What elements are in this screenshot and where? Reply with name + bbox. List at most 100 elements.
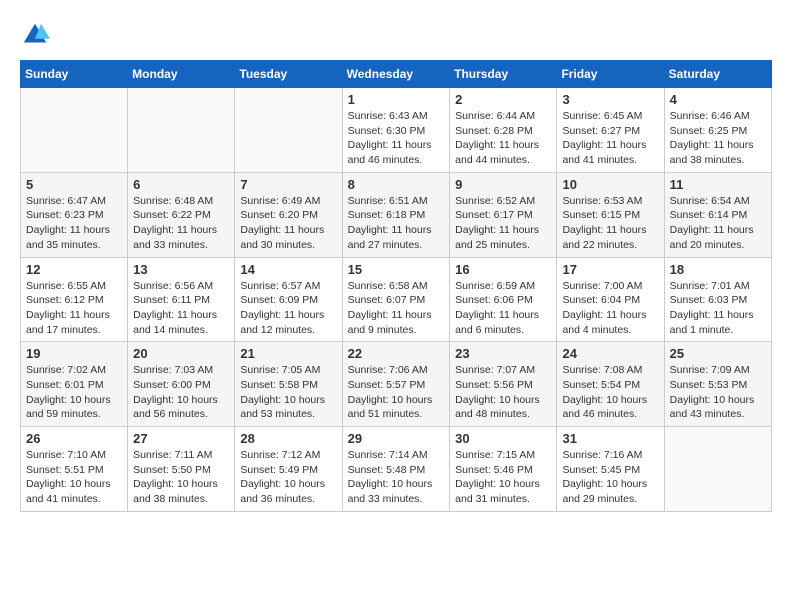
day-number: 7 [240, 177, 336, 192]
day-number: 3 [562, 92, 658, 107]
weekday-row: SundayMondayTuesdayWednesdayThursdayFrid… [21, 61, 772, 88]
weekday-header: Wednesday [342, 61, 450, 88]
calendar-cell: 18 Sunrise: 7:01 AM Sunset: 6:03 PM Dayli… [664, 257, 771, 342]
calendar-cell: 6 Sunrise: 6:48 AM Sunset: 6:22 PM Daylig… [128, 172, 235, 257]
calendar-cell [664, 427, 771, 512]
calendar-week-row: 12 Sunrise: 6:55 AM Sunset: 6:12 PM Dayli… [21, 257, 772, 342]
calendar-cell: 12 Sunrise: 6:55 AM Sunset: 6:12 PM Dayli… [21, 257, 128, 342]
day-number: 6 [133, 177, 229, 192]
day-info: Sunrise: 6:53 AM Sunset: 6:15 PM Dayligh… [562, 194, 658, 253]
day-info: Sunrise: 6:58 AM Sunset: 6:07 PM Dayligh… [348, 279, 445, 338]
calendar-cell: 8 Sunrise: 6:51 AM Sunset: 6:18 PM Daylig… [342, 172, 450, 257]
calendar-cell: 1 Sunrise: 6:43 AM Sunset: 6:30 PM Daylig… [342, 88, 450, 173]
day-info: Sunrise: 6:46 AM Sunset: 6:25 PM Dayligh… [670, 109, 766, 168]
day-number: 22 [348, 346, 445, 361]
day-info: Sunrise: 6:59 AM Sunset: 6:06 PM Dayligh… [455, 279, 551, 338]
calendar-cell: 21Sunrise: 7:05 AM Sunset: 5:58 PM Dayli… [235, 342, 342, 427]
calendar-cell: 4 Sunrise: 6:46 AM Sunset: 6:25 PM Daylig… [664, 88, 771, 173]
calendar-cell: 10 Sunrise: 6:53 AM Sunset: 6:15 PM Dayli… [557, 172, 664, 257]
day-number: 30 [455, 431, 551, 446]
weekday-header: Friday [557, 61, 664, 88]
day-info: Sunrise: 6:49 AM Sunset: 6:20 PM Dayligh… [240, 194, 336, 253]
calendar-cell: 13 Sunrise: 6:56 AM Sunset: 6:11 PM Dayli… [128, 257, 235, 342]
calendar-table: SundayMondayTuesdayWednesdayThursdayFrid… [20, 60, 772, 512]
day-info: Sunrise: 6:43 AM Sunset: 6:30 PM Dayligh… [348, 109, 445, 168]
calendar-cell [235, 88, 342, 173]
day-info: Sunrise: 7:02 AM Sunset: 6:01 PM Dayligh… [26, 363, 122, 422]
calendar-cell: 19 Sunrise: 7:02 AM Sunset: 6:01 PM Dayli… [21, 342, 128, 427]
day-info: Sunrise: 6:48 AM Sunset: 6:22 PM Dayligh… [133, 194, 229, 253]
calendar-cell: 27 Sunrise: 7:11 AM Sunset: 5:50 PM Dayli… [128, 427, 235, 512]
calendar-week-row: 26Sunrise: 7:10 AM Sunset: 5:51 PM Dayli… [21, 427, 772, 512]
day-number: 31 [562, 431, 658, 446]
calendar-cell: 2Sunrise: 6:44 AM Sunset: 6:28 PM Daylig… [450, 88, 557, 173]
day-info: Sunrise: 7:01 AM Sunset: 6:03 PM Dayligh… [670, 279, 766, 338]
logo-icon [20, 20, 50, 50]
day-number: 28 [240, 431, 336, 446]
calendar-week-row: 1 Sunrise: 6:43 AM Sunset: 6:30 PM Daylig… [21, 88, 772, 173]
calendar-cell: 11 Sunrise: 6:54 AM Sunset: 6:14 PM Dayli… [664, 172, 771, 257]
day-info: Sunrise: 7:06 AM Sunset: 5:57 PM Dayligh… [348, 363, 445, 422]
day-number: 21 [240, 346, 336, 361]
day-info: Sunrise: 7:12 AM Sunset: 5:49 PM Dayligh… [240, 448, 336, 507]
day-number: 4 [670, 92, 766, 107]
day-info: Sunrise: 6:45 AM Sunset: 6:27 PM Dayligh… [562, 109, 658, 168]
day-info: Sunrise: 6:56 AM Sunset: 6:11 PM Dayligh… [133, 279, 229, 338]
day-number: 8 [348, 177, 445, 192]
logo [20, 20, 54, 50]
day-info: Sunrise: 7:14 AM Sunset: 5:48 PM Dayligh… [348, 448, 445, 507]
day-number: 15 [348, 262, 445, 277]
calendar-cell: 30 Sunrise: 7:15 AM Sunset: 5:46 PM Dayli… [450, 427, 557, 512]
day-number: 17 [562, 262, 658, 277]
calendar-cell: 14 Sunrise: 6:57 AM Sunset: 6:09 PM Dayli… [235, 257, 342, 342]
weekday-header: Monday [128, 61, 235, 88]
day-info: Sunrise: 6:47 AM Sunset: 6:23 PM Dayligh… [26, 194, 122, 253]
day-number: 1 [348, 92, 445, 107]
day-number: 9 [455, 177, 551, 192]
day-number: 12 [26, 262, 122, 277]
day-number: 19 [26, 346, 122, 361]
calendar-header: SundayMondayTuesdayWednesdayThursdayFrid… [21, 61, 772, 88]
day-info: Sunrise: 6:57 AM Sunset: 6:09 PM Dayligh… [240, 279, 336, 338]
calendar-cell: 26Sunrise: 7:10 AM Sunset: 5:51 PM Dayli… [21, 427, 128, 512]
day-number: 10 [562, 177, 658, 192]
calendar-cell [128, 88, 235, 173]
calendar-cell: 7 Sunrise: 6:49 AM Sunset: 6:20 PM Daylig… [235, 172, 342, 257]
day-number: 18 [670, 262, 766, 277]
calendar-cell: 23 Sunrise: 7:07 AM Sunset: 5:56 PM Dayli… [450, 342, 557, 427]
day-info: Sunrise: 6:54 AM Sunset: 6:14 PM Dayligh… [670, 194, 766, 253]
weekday-header: Thursday [450, 61, 557, 88]
day-number: 24 [562, 346, 658, 361]
day-info: Sunrise: 7:15 AM Sunset: 5:46 PM Dayligh… [455, 448, 551, 507]
page-header [20, 20, 772, 50]
day-number: 27 [133, 431, 229, 446]
calendar-cell: 16Sunrise: 6:59 AM Sunset: 6:06 PM Dayli… [450, 257, 557, 342]
day-number: 14 [240, 262, 336, 277]
day-number: 13 [133, 262, 229, 277]
weekday-header: Saturday [664, 61, 771, 88]
calendar-cell: 22 Sunrise: 7:06 AM Sunset: 5:57 PM Dayli… [342, 342, 450, 427]
calendar-cell: 28 Sunrise: 7:12 AM Sunset: 5:49 PM Dayli… [235, 427, 342, 512]
calendar-cell: 3 Sunrise: 6:45 AM Sunset: 6:27 PM Daylig… [557, 88, 664, 173]
calendar-week-row: 5Sunrise: 6:47 AM Sunset: 6:23 PM Daylig… [21, 172, 772, 257]
day-info: Sunrise: 7:10 AM Sunset: 5:51 PM Dayligh… [26, 448, 122, 507]
day-info: Sunrise: 6:52 AM Sunset: 6:17 PM Dayligh… [455, 194, 551, 253]
calendar-cell: 25 Sunrise: 7:09 AM Sunset: 5:53 PM Dayli… [664, 342, 771, 427]
day-number: 2 [455, 92, 551, 107]
calendar-cell: 17Sunrise: 7:00 AM Sunset: 6:04 PM Dayli… [557, 257, 664, 342]
day-number: 29 [348, 431, 445, 446]
calendar-cell: 20Sunrise: 7:03 AM Sunset: 6:00 PM Dayli… [128, 342, 235, 427]
day-info: Sunrise: 7:16 AM Sunset: 5:45 PM Dayligh… [562, 448, 658, 507]
day-info: Sunrise: 6:55 AM Sunset: 6:12 PM Dayligh… [26, 279, 122, 338]
day-info: Sunrise: 7:07 AM Sunset: 5:56 PM Dayligh… [455, 363, 551, 422]
day-number: 25 [670, 346, 766, 361]
day-number: 11 [670, 177, 766, 192]
day-info: Sunrise: 7:09 AM Sunset: 5:53 PM Dayligh… [670, 363, 766, 422]
day-number: 23 [455, 346, 551, 361]
day-info: Sunrise: 7:11 AM Sunset: 5:50 PM Dayligh… [133, 448, 229, 507]
day-number: 20 [133, 346, 229, 361]
calendar-cell: 9 Sunrise: 6:52 AM Sunset: 6:17 PM Daylig… [450, 172, 557, 257]
day-info: Sunrise: 6:51 AM Sunset: 6:18 PM Dayligh… [348, 194, 445, 253]
calendar-cell: 24Sunrise: 7:08 AM Sunset: 5:54 PM Dayli… [557, 342, 664, 427]
calendar-week-row: 19 Sunrise: 7:02 AM Sunset: 6:01 PM Dayli… [21, 342, 772, 427]
